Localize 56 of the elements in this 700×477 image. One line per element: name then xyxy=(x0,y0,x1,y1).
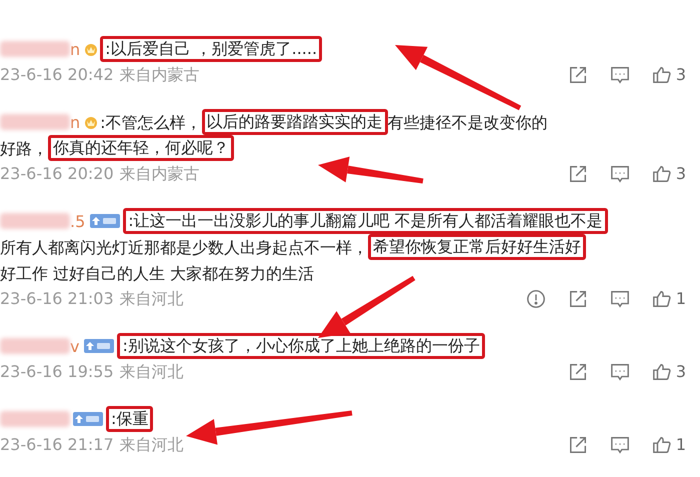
highlighted-comment-text: :以后爱自己 ，别爱管虎了..... xyxy=(100,36,322,62)
share-icon[interactable] xyxy=(568,64,588,84)
username[interactable]: n xyxy=(70,110,80,134)
comment-icon[interactable] xyxy=(610,164,630,184)
comment-icon[interactable] xyxy=(610,362,630,382)
like-count: 3 xyxy=(676,360,686,382)
comment-time: 23-6-16 20:20 xyxy=(0,162,114,184)
blurred-username xyxy=(0,411,70,427)
like-count: 1 xyxy=(676,434,686,456)
comment-icon[interactable] xyxy=(610,434,630,454)
comment-location: 来自内蒙古 xyxy=(120,162,200,184)
comment-location: 来自内蒙古 xyxy=(120,64,200,86)
comment-text: 所有人都离闪光灯近那都是少数人出身起点不一样， xyxy=(0,236,368,258)
highlighted-comment-text: 希望你恢复正常后好好生活好 xyxy=(368,234,586,260)
comment-location: 来自河北 xyxy=(120,288,184,310)
comment-time: 23-6-16 19:55 xyxy=(0,360,114,382)
username[interactable]: .5 xyxy=(70,208,86,234)
alert-icon[interactable] xyxy=(526,288,546,308)
share-icon[interactable] xyxy=(568,434,588,454)
thumbs-up-icon[interactable] xyxy=(652,164,672,184)
comment-text: 好工作 过好自己的人生 大家都在努力的生活 xyxy=(0,262,314,284)
highlighted-comment-text: :保重 xyxy=(106,406,154,432)
comment-time: 23-6-16 20:42 xyxy=(0,64,114,86)
comment-time: 23-6-16 21:17 xyxy=(0,434,114,456)
share-icon[interactable] xyxy=(568,362,588,382)
comment-text: 好路， xyxy=(0,138,48,160)
share-icon[interactable] xyxy=(568,288,588,308)
comment-icon[interactable] xyxy=(610,64,630,84)
comment-text: :不管怎么样， xyxy=(100,112,202,134)
blurred-username xyxy=(0,41,70,57)
username[interactable]: v xyxy=(70,334,80,358)
thumbs-up-icon[interactable] xyxy=(652,64,672,84)
fan-badge-icon xyxy=(84,339,114,353)
blurred-username xyxy=(0,114,70,130)
fan-badge-icon xyxy=(73,412,103,426)
fan-badge-icon xyxy=(90,214,120,228)
like-count: 3 xyxy=(676,64,686,86)
highlighted-comment-text: :别说这个女孩了，小心你成了上她上绝路的一份子 xyxy=(117,333,485,359)
like-count: 3 xyxy=(676,162,686,184)
comment-location: 来自河北 xyxy=(120,434,184,456)
highlighted-comment-text: 以后的路要踏踏实实的走 xyxy=(202,109,388,135)
crown-icon xyxy=(84,115,98,129)
comment-icon[interactable] xyxy=(610,288,630,308)
like-count: 1 xyxy=(676,288,686,310)
comment-time: 23-6-16 21:03 xyxy=(0,288,114,310)
share-icon[interactable] xyxy=(568,164,588,184)
thumbs-up-icon[interactable] xyxy=(652,288,672,308)
username[interactable]: n xyxy=(70,36,80,62)
blurred-username xyxy=(0,213,70,229)
highlighted-comment-text: :让这一出一出没影儿的事儿翻篇儿吧 不是所有人都活着耀眼也不是 xyxy=(123,208,608,234)
blurred-username xyxy=(0,338,70,354)
highlighted-comment-text: 你真的还年轻，何必呢？ xyxy=(48,135,234,161)
comment-location: 来自河北 xyxy=(120,360,184,382)
crown-icon xyxy=(84,42,98,56)
thumbs-up-icon[interactable] xyxy=(652,362,672,382)
thumbs-up-icon[interactable] xyxy=(652,434,672,454)
